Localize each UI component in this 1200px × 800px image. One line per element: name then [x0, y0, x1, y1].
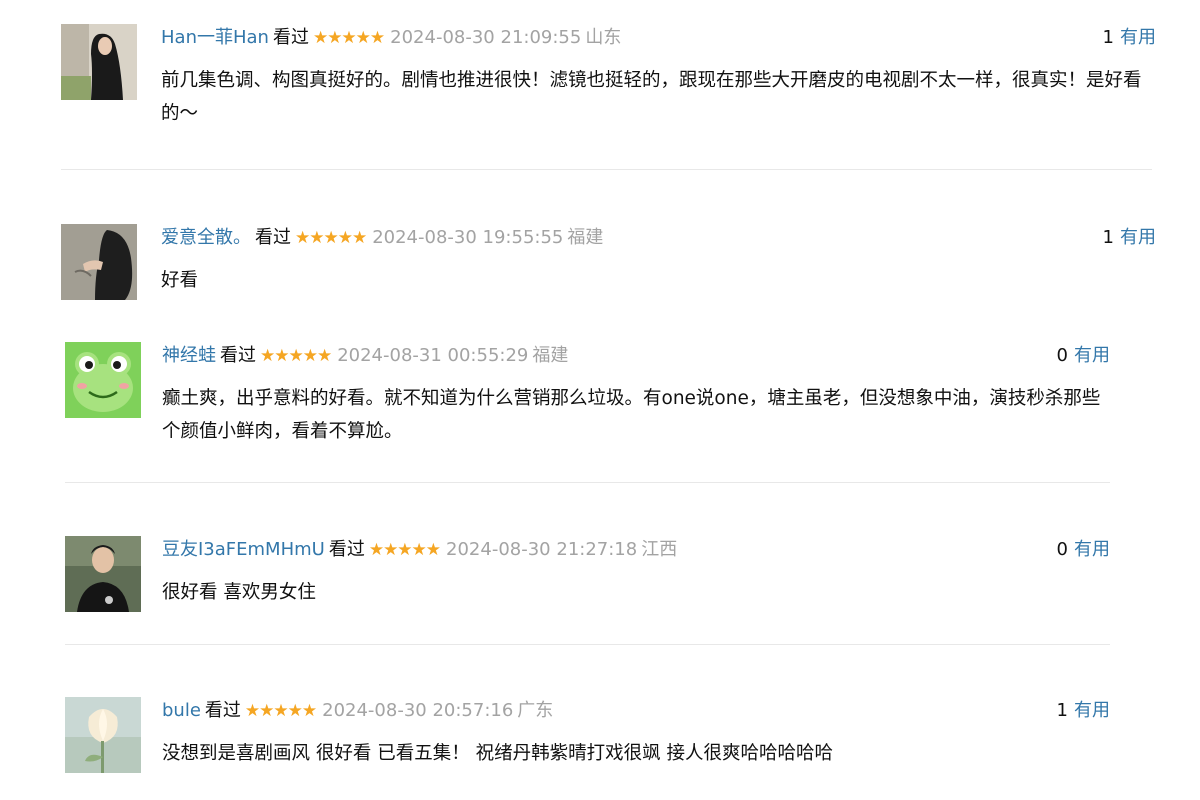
comment-time: 2024-08-30 21:09:55 — [390, 27, 582, 48]
useful-vote: 1 有用 — [1103, 226, 1156, 250]
useful-vote: 1 有用 — [1057, 699, 1110, 723]
comment-item: 豆友I3aFEmMHmU 看过 ★★★★★ 2024-08-30 21:27:18 江西… — [65, 536, 1112, 616]
useful-vote: 1 有用 — [1103, 26, 1156, 50]
avatar[interactable] — [65, 697, 141, 773]
comment-item: 爱意全散。 看过 ★★★★★ 2024-08-30 19:55:55 福建 1 有用 好看 — [61, 224, 1156, 314]
useful-count: 0 — [1056, 345, 1068, 366]
rating-stars: ★★★★★ — [260, 346, 332, 366]
avatar[interactable] — [61, 224, 137, 300]
useful-vote: 0 有用 — [1057, 538, 1110, 562]
comment-time: 2024-08-30 19:55:55 — [372, 227, 564, 248]
rating-stars: ★★★★★ — [312, 28, 385, 48]
username-link[interactable]: 爱意全散。 — [161, 227, 251, 248]
useful-button[interactable]: 有用 — [1074, 539, 1110, 560]
comment-text: 前几集色调、构图真挺好的。剧情也推进很快！滤镜也挺轻的，跟现在那些大开磨皮的电视… — [161, 70, 1142, 124]
useful-count: 1 — [1056, 700, 1068, 721]
username-link[interactable]: 豆友I3aFEmMHmU — [162, 539, 325, 560]
avatar[interactable] — [61, 24, 137, 100]
comment-text: 好看 — [161, 270, 199, 291]
avatar[interactable] — [65, 536, 141, 612]
comment-meta: bule 看过 ★★★★★ 2024-08-30 20:57:16 广东 — [162, 699, 553, 723]
rating-stars: ★★★★★ — [368, 540, 441, 560]
tulip-flower-photo-icon — [65, 697, 141, 773]
useful-count: 0 — [1056, 539, 1068, 560]
comment-meta: Han一菲Han 看过 ★★★★★ 2024-08-30 21:09:55 山东 — [161, 26, 621, 50]
username-link[interactable]: bule — [162, 700, 201, 721]
divider — [65, 644, 1110, 645]
rating-stars: ★★★★★ — [244, 701, 317, 721]
watched-label: 看过 — [255, 227, 291, 248]
comment-region: 福建 — [532, 345, 569, 366]
comment-meta: 爱意全散。 看过 ★★★★★ 2024-08-30 19:55:55 福建 — [161, 226, 603, 250]
comment-text: 很好看 喜欢男女住 — [162, 582, 316, 603]
watched-label: 看过 — [272, 27, 309, 48]
comment-time: 2024-08-31 00:55:29 — [337, 345, 529, 366]
comment-text: 没想到是喜剧画风 很好看 已看五集！ 祝绪丹韩紫晴打戏很飒 接人很爽哈哈哈哈哈 — [162, 743, 834, 764]
avatar[interactable] — [65, 342, 141, 418]
comment-time: 2024-08-30 20:57:16 — [322, 700, 514, 721]
username-link[interactable]: 神经蛙 — [162, 345, 216, 366]
comment-region: 福建 — [567, 227, 604, 248]
comment-text: 癫土爽，出乎意料的好看。就不知道为什么营销那么垃圾。有one说one，塘主虽老，… — [162, 388, 1101, 442]
useful-button[interactable]: 有用 — [1074, 700, 1110, 721]
comment-item: bule 看过 ★★★★★ 2024-08-30 20:57:16 广东 1 有用 没想到… — [65, 697, 1112, 777]
useful-count: 1 — [1102, 227, 1114, 248]
rating-stars: ★★★★★ — [295, 228, 367, 248]
useful-button[interactable]: 有用 — [1120, 227, 1156, 248]
divider — [61, 169, 1152, 170]
comment-time: 2024-08-30 21:27:18 — [446, 539, 638, 560]
comment-item: 神经蛙 看过 ★★★★★ 2024-08-31 00:55:29 福建 0 有用 癫土爽，… — [65, 342, 1112, 462]
comment-meta: 豆友I3aFEmMHmU 看过 ★★★★★ 2024-08-30 21:27:18 江西 — [162, 538, 677, 562]
comment-region: 江西 — [641, 539, 678, 560]
watched-label: 看过 — [328, 539, 365, 560]
cartoon-frog-icon — [65, 342, 141, 418]
watched-label: 看过 — [204, 700, 241, 721]
woman-long-hair-photo-icon — [61, 24, 137, 100]
watched-label: 看过 — [220, 345, 256, 366]
username-link[interactable]: Han一菲Han — [161, 27, 269, 48]
useful-vote: 0 有用 — [1057, 344, 1110, 368]
useful-button[interactable]: 有用 — [1074, 345, 1110, 366]
divider — [65, 482, 1110, 483]
comment-item: Han一菲Han 看过 ★★★★★ 2024-08-30 21:09:55 山东 1 有用… — [61, 24, 1156, 144]
comment-meta: 神经蛙 看过 ★★★★★ 2024-08-31 00:55:29 福建 — [162, 344, 568, 368]
useful-button[interactable]: 有用 — [1120, 27, 1156, 48]
person-touching-wall-photo-icon — [61, 224, 137, 300]
useful-count: 1 — [1102, 27, 1114, 48]
man-in-black-photo-icon — [65, 536, 141, 612]
comment-region: 广东 — [517, 700, 554, 721]
comment-region: 山东 — [585, 27, 622, 48]
